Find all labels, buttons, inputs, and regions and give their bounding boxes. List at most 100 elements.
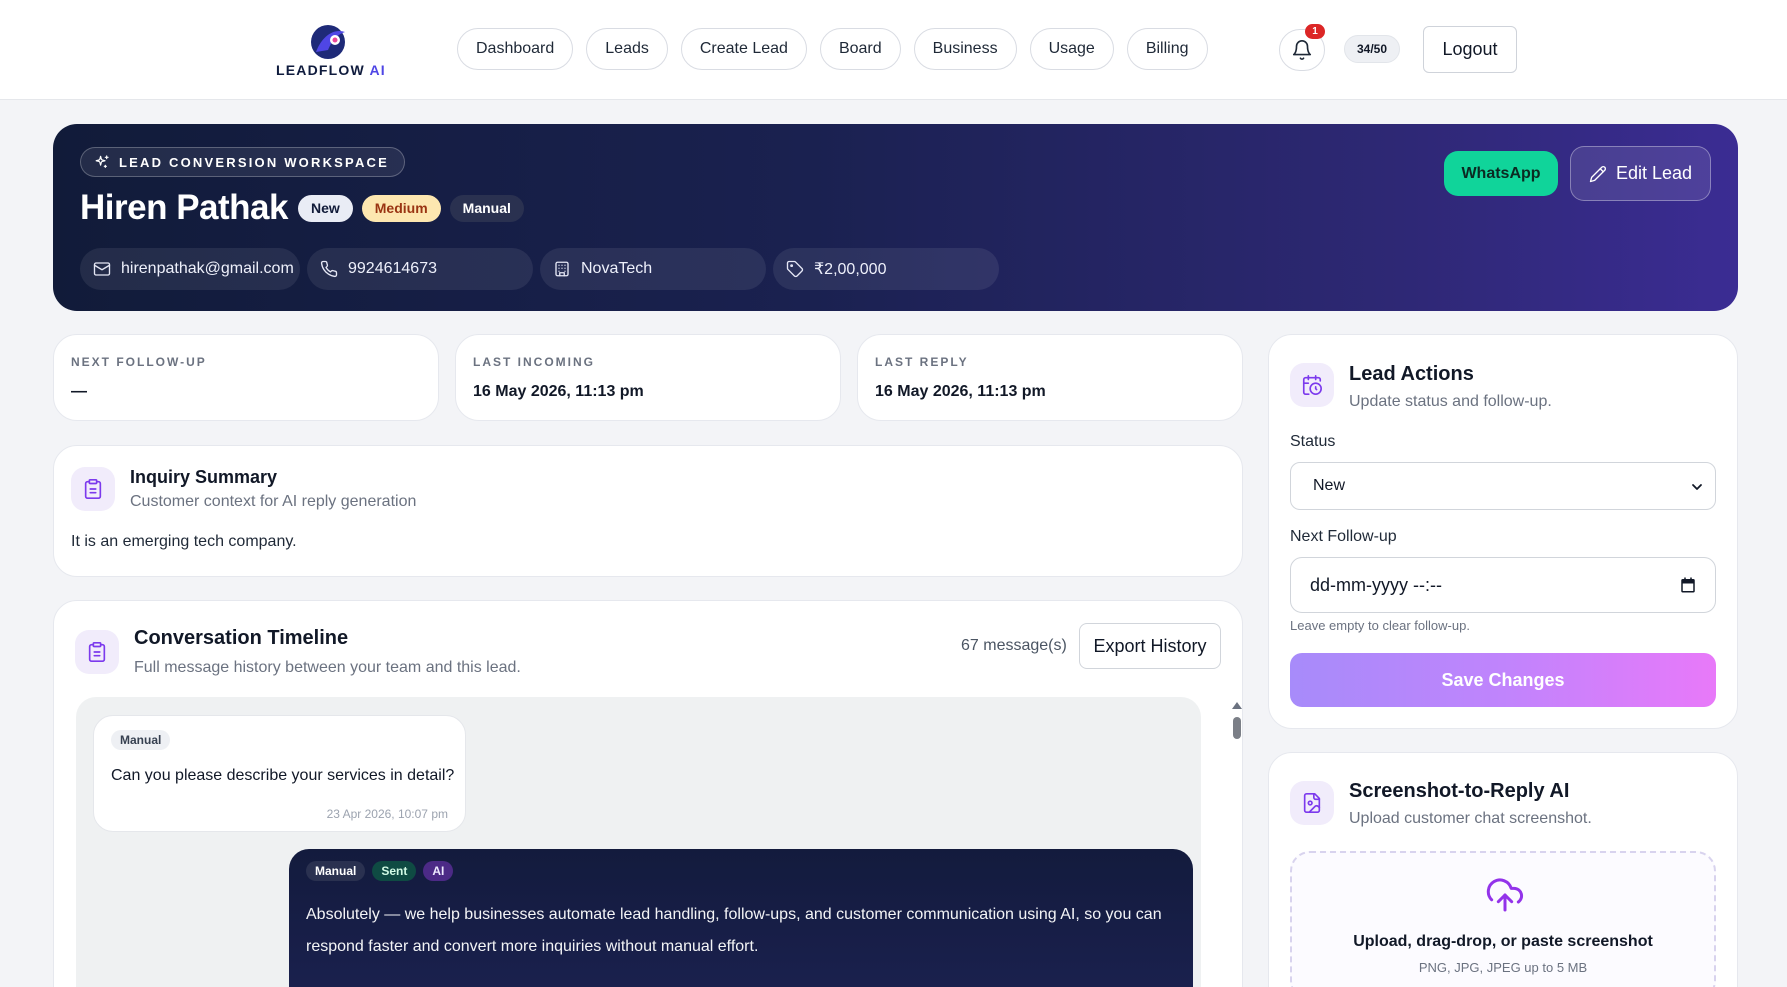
followup-label: Next Follow-up — [1290, 528, 1397, 545]
tag-icon — [786, 260, 804, 278]
lead-name: Hiren Pathak — [80, 188, 288, 227]
inquiry-title: Inquiry Summary — [130, 467, 278, 487]
screenshot-reply-card: Screenshot-to-Reply AI Upload customer c… — [1268, 752, 1738, 987]
stat-value: — — [71, 383, 87, 400]
top-navigation-bar: LEADFLOW AI Dashboard Leads Create Lead … — [0, 0, 1787, 100]
chevron-down-icon — [1692, 484, 1702, 490]
source-badge: Manual — [449, 194, 524, 222]
brand-name: LEADFLOW AI — [276, 62, 386, 78]
timeline-scrollbar[interactable] — [1230, 697, 1244, 987]
export-history-button[interactable]: Export History — [1079, 623, 1221, 669]
email-value: hirenpathak@gmail.com — [121, 260, 294, 277]
last-incoming-card: LAST INCOMING 16 May 2026, 11:13 pm — [455, 334, 841, 421]
nav-dashboard[interactable]: Dashboard — [457, 28, 574, 70]
file-image-icon — [1303, 793, 1321, 813]
bell-icon — [1292, 40, 1312, 60]
message-source-badge: Manual — [306, 861, 366, 881]
nav-leads[interactable]: Leads — [586, 28, 668, 70]
next-followup-card: NEXT FOLLOW-UP — — [53, 334, 439, 421]
edit-lead-button[interactable]: Edit Lead — [1570, 146, 1711, 201]
lead-heading: Hiren Pathak New Medium Manual — [80, 188, 524, 228]
inquiry-icon-tile — [71, 467, 115, 511]
usage-counter: 34/50 — [1344, 35, 1401, 63]
status-label: Status — [1290, 433, 1336, 450]
inquiry-summary-card: Inquiry Summary Customer context for AI … — [53, 445, 1243, 577]
phone-value: 9924614673 — [348, 260, 437, 277]
message-text: Absolutely — we help businesses automate… — [306, 899, 1162, 963]
notifications-button[interactable]: 1 — [1279, 24, 1325, 71]
message-count: 67 message(s) — [961, 637, 1067, 654]
upload-cloud-icon — [1486, 878, 1524, 912]
phone-icon — [320, 260, 338, 278]
message-sent-badge: Sent — [372, 861, 417, 881]
nav-billing[interactable]: Billing — [1126, 28, 1208, 70]
edit-lead-label: Edit Lead — [1615, 163, 1693, 183]
email-chip[interactable]: hirenpathak@gmail.com — [80, 248, 300, 290]
logout-button[interactable]: Logout — [1423, 26, 1517, 73]
message-text-line: Absolutely — we help businesses automate… — [306, 906, 1162, 923]
lead-actions-title: Lead Actions — [1349, 363, 1474, 385]
building-icon — [555, 261, 569, 277]
timeline-title: Conversation Timeline — [134, 627, 349, 649]
last-reply-card: LAST REPLY 16 May 2026, 11:13 pm — [857, 334, 1243, 421]
mail-icon — [93, 262, 111, 276]
message-source-badge: Manual — [111, 730, 171, 750]
stat-label: NEXT FOLLOW-UP — [71, 355, 207, 369]
screenshot-reply-subtitle: Upload customer chat screenshot. — [1349, 810, 1592, 827]
stat-value: 16 May 2026, 11:13 pm — [473, 383, 644, 400]
nav-create-lead[interactable]: Create Lead — [680, 28, 807, 70]
notification-count-badge: 1 — [1305, 24, 1325, 39]
timeline-icon-tile — [75, 630, 119, 674]
stat-label: LAST INCOMING — [473, 355, 595, 369]
message-list[interactable]: Manual Can you please describe your serv… — [76, 697, 1201, 987]
status-select[interactable]: New — [1290, 462, 1716, 510]
timeline-subtitle: Full message history between your team a… — [134, 659, 521, 676]
clipboard-icon — [88, 642, 106, 662]
incoming-message: Manual Can you please describe your serv… — [93, 715, 466, 832]
phone-chip[interactable]: 9924614673 — [307, 248, 533, 290]
inquiry-subtitle: Customer context for AI reply generation — [130, 493, 417, 510]
calendar-icon[interactable] — [1679, 576, 1697, 594]
deal-value-chip: ₹2,00,000 — [773, 248, 999, 290]
screenshot-dropzone[interactable]: Upload, drag-drop, or paste screenshot P… — [1290, 851, 1716, 987]
company-chip: NovaTech — [540, 248, 766, 290]
stat-label: LAST REPLY — [875, 355, 969, 369]
message-text: Can you please describe your services in… — [111, 767, 455, 784]
followup-datetime-input[interactable]: dd-mm-yyyy --:-- — [1290, 557, 1716, 613]
lead-actions-card: Lead Actions Update status and follow-up… — [1268, 334, 1738, 729]
message-text-line: respond faster and convert more inquirie… — [306, 938, 759, 955]
main-nav: Dashboard Leads Create Lead Board Busine… — [457, 28, 1208, 70]
upload-title: Upload, drag-drop, or paste screenshot — [1353, 933, 1653, 950]
conversation-timeline-card: Conversation Timeline Full message histo… — [53, 600, 1243, 987]
screenshot-icon-tile — [1290, 781, 1334, 825]
status-badge: New — [297, 194, 353, 222]
save-changes-button[interactable]: Save Changes — [1290, 653, 1716, 707]
priority-badge: Medium — [361, 194, 441, 222]
followup-placeholder: dd-mm-yyyy --:-- — [1310, 574, 1442, 595]
status-select-value: New — [1313, 477, 1346, 494]
upload-hint: PNG, JPG, JPEG up to 5 MB — [1418, 960, 1588, 975]
logo-mark-icon — [311, 25, 345, 59]
calendar-clock-icon — [1302, 375, 1322, 395]
nav-board[interactable]: Board — [819, 28, 901, 70]
lead-hero-banner: LEAD CONVERSION WORKSPACE Hiren Pathak N… — [53, 124, 1738, 311]
nav-business[interactable]: Business — [913, 28, 1017, 70]
nav-usage[interactable]: Usage — [1029, 28, 1114, 70]
stat-value: 16 May 2026, 11:13 pm — [875, 383, 1046, 400]
message-badges: Manual Sent AI — [306, 861, 454, 881]
screenshot-reply-title: Screenshot-to-Reply AI — [1349, 780, 1570, 802]
sparkle-icon — [95, 155, 109, 168]
lead-actions-icon-tile — [1290, 363, 1334, 407]
deal-value: ₹2,00,000 — [814, 261, 887, 278]
outgoing-message: Manual Sent AI Absolutely — we help busi… — [289, 849, 1193, 987]
company-value: NovaTech — [581, 260, 653, 277]
brand-logo[interactable]: LEADFLOW AI — [276, 22, 386, 80]
clipboard-icon — [84, 479, 102, 499]
workspace-tag: LEAD CONVERSION WORKSPACE — [80, 147, 405, 177]
whatsapp-button[interactable]: WhatsApp — [1444, 151, 1558, 196]
message-timestamp: 23 Apr 2026, 10:07 pm — [326, 807, 448, 821]
inquiry-body: It is an emerging tech company. — [71, 533, 297, 550]
lead-actions-subtitle: Update status and follow-up. — [1349, 393, 1552, 410]
scrollbar-arrow-and-thumb — [1232, 702, 1242, 739]
message-ai-badge: AI — [423, 861, 454, 881]
